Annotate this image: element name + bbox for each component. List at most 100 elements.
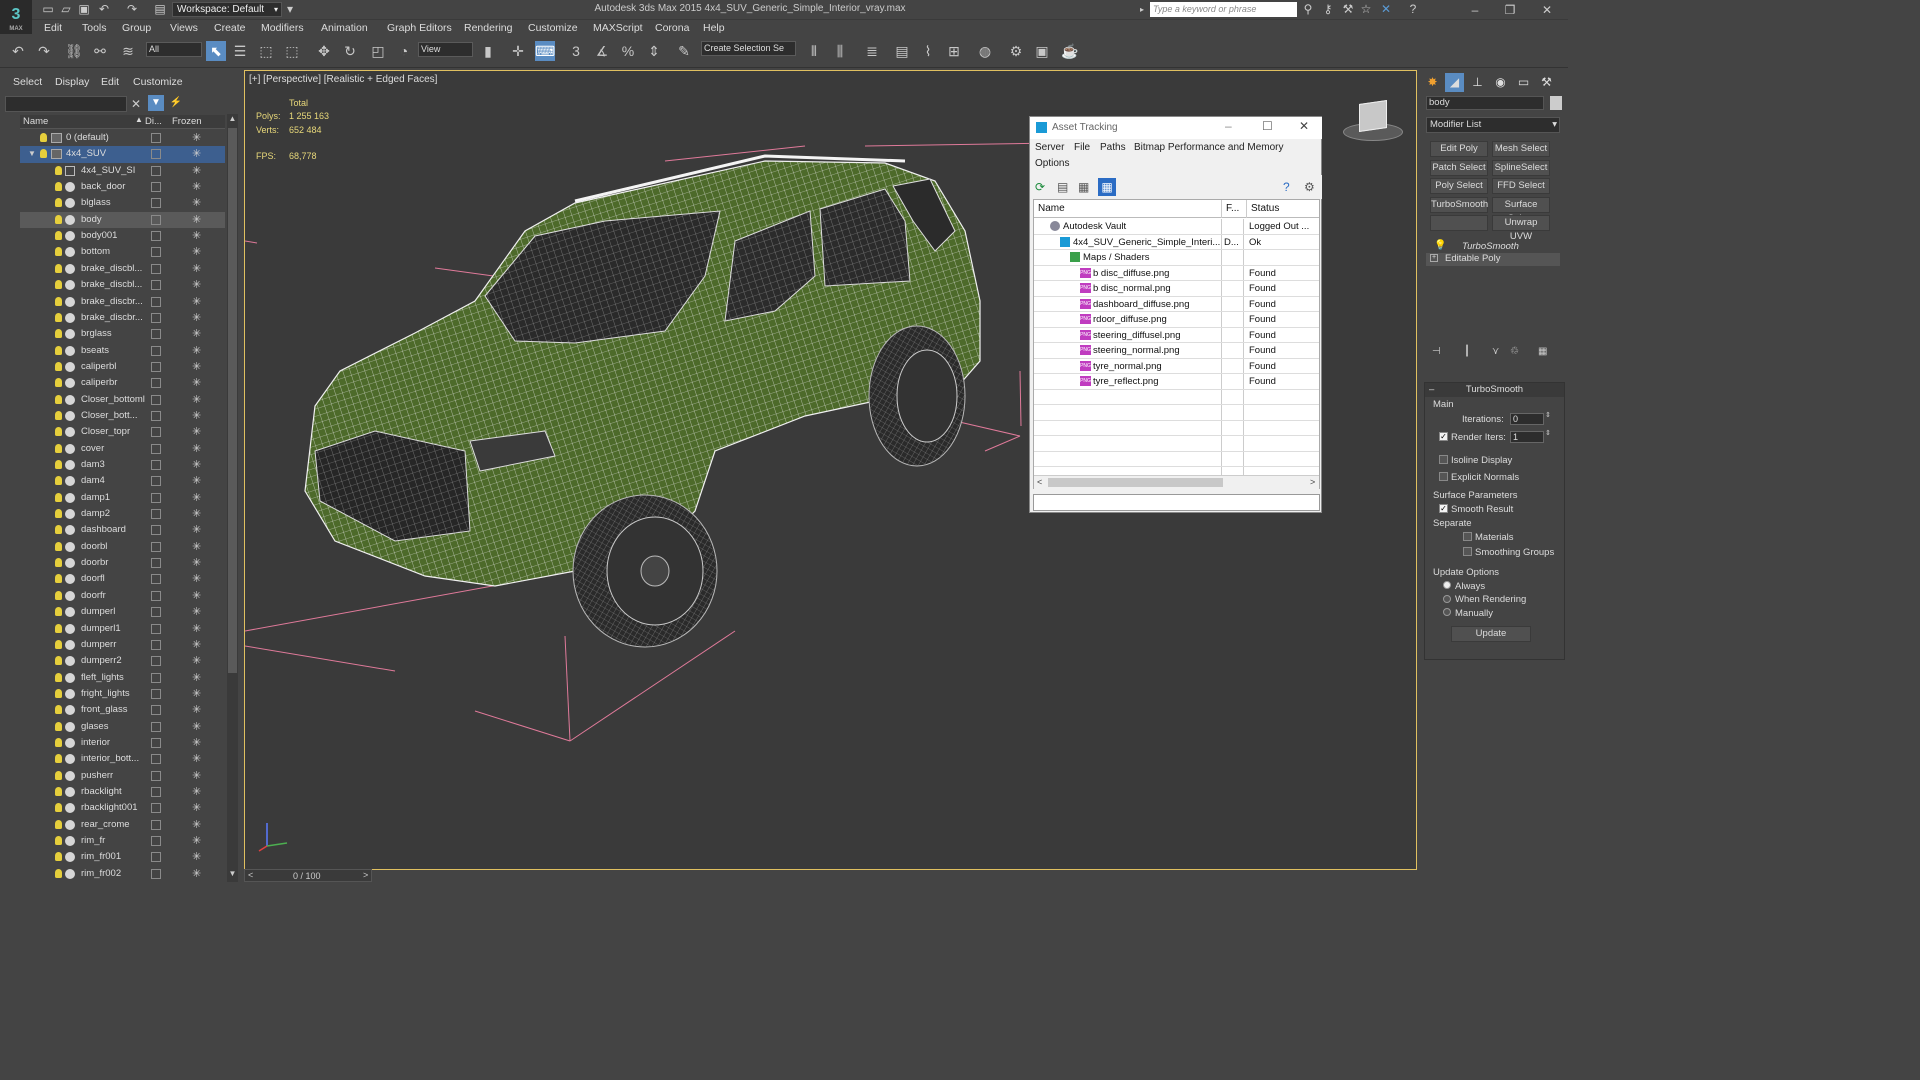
link-icon[interactable]: ⛓ <box>64 41 84 61</box>
curve-editor-icon[interactable]: ⌇ <box>918 41 938 61</box>
asset-column-name[interactable]: Name <box>1034 200 1222 218</box>
scene-row[interactable]: rim_fr001 ✳ <box>20 849 225 865</box>
frozen-snowflake-icon[interactable]: ✳ <box>192 539 201 555</box>
display-toggle-icon[interactable] <box>151 443 161 454</box>
named-selection-sets-dropdown[interactable]: Create Selection Se <box>701 41 796 56</box>
asset-title-bar[interactable]: Asset Tracking – ☐ ✕ <box>1030 117 1322 139</box>
scene-row[interactable]: dumperr2 ✳ <box>20 653 225 669</box>
scene-row[interactable]: back_door ✳ <box>20 179 225 195</box>
asset-row[interactable]: Maps / Shaders <box>1034 250 1319 266</box>
modifier-button-unwrap-uvw[interactable]: Unwrap UVW <box>1492 215 1550 242</box>
lightbulb-icon[interactable] <box>55 165 62 175</box>
scene-row[interactable]: dumperl1 ✳ <box>20 621 225 637</box>
rendered-frame-window-icon[interactable]: ▣ <box>1032 41 1052 61</box>
lightbulb-icon[interactable] <box>55 836 62 846</box>
scene-row[interactable]: body ✳ <box>20 211 225 229</box>
display-toggle-icon[interactable] <box>151 394 161 405</box>
help-icon[interactable]: ? <box>1405 2 1421 17</box>
frozen-snowflake-icon[interactable]: ✳ <box>192 343 201 359</box>
rotate-icon[interactable]: ↻ <box>340 41 360 61</box>
display-toggle-icon[interactable] <box>151 574 161 585</box>
update-button[interactable]: Update <box>1451 626 1531 642</box>
scene-row[interactable]: 0 (default) ✳ <box>20 130 225 146</box>
display-toggle-icon[interactable] <box>151 754 161 765</box>
column-frozen[interactable]: Frozen <box>172 116 202 127</box>
spinner-arrows-icon[interactable]: ⇕ <box>1545 411 1551 419</box>
frozen-snowflake-icon[interactable]: ✳ <box>192 441 201 457</box>
scroll-thumb[interactable] <box>228 128 237 673</box>
always-radio[interactable] <box>1443 581 1451 589</box>
frozen-snowflake-icon[interactable]: ✳ <box>192 359 201 375</box>
scene-row[interactable]: rbacklight001 ✳ <box>20 800 225 816</box>
frozen-snowflake-icon[interactable]: ✳ <box>192 261 201 277</box>
frozen-snowflake-icon[interactable]: ✳ <box>192 555 201 571</box>
lightbulb-icon[interactable] <box>55 231 62 241</box>
modifier-button-empty[interactable] <box>1430 215 1488 231</box>
display-toggle-icon[interactable] <box>151 361 161 372</box>
lightbulb-icon[interactable] <box>55 378 62 388</box>
lightbulb-icon[interactable] <box>55 443 62 453</box>
display-toggle-icon[interactable] <box>151 688 161 699</box>
frozen-snowflake-icon[interactable]: ✳ <box>192 653 201 669</box>
scene-search-input[interactable] <box>5 96 127 112</box>
scene-row[interactable]: brake_discbr... ✳ <box>20 310 225 326</box>
lightbulb-icon[interactable] <box>55 574 62 584</box>
lightbulb-icon[interactable] <box>55 672 62 682</box>
frozen-snowflake-icon[interactable]: ✳ <box>192 244 201 260</box>
asset-row[interactable]: 4x4_SUV_Generic_Simple_Interi... D... Ok <box>1034 234 1319 250</box>
display-toggle-icon[interactable] <box>151 607 161 618</box>
lightbulb-icon[interactable] <box>55 868 62 878</box>
layer-manager-icon[interactable]: ≣ <box>862 41 882 61</box>
material-editor-icon[interactable]: ◍ <box>975 41 995 61</box>
customize-quick-access-icon[interactable]: ▾ <box>282 2 298 17</box>
display-toggle-icon[interactable] <box>151 263 161 274</box>
stack-item-turbosmooth[interactable]: 💡 TurboSmooth <box>1426 240 1560 254</box>
display-toggle-icon[interactable] <box>151 378 161 389</box>
frozen-snowflake-icon[interactable]: ✳ <box>192 751 201 767</box>
scene-row[interactable]: caliperbl ✳ <box>20 359 225 375</box>
modifier-button-poly-select[interactable]: Poly Select <box>1430 178 1488 194</box>
scene-row[interactable]: glases ✳ <box>20 719 225 735</box>
object-color-swatch[interactable] <box>1550 96 1562 110</box>
time-slider[interactable]: < 0 / 100 > <box>244 869 372 882</box>
lightbulb-icon[interactable] <box>55 329 62 339</box>
close-window-button[interactable]: ✕ <box>1532 1 1562 19</box>
lightbulb-icon[interactable] <box>55 754 62 764</box>
lightbulb-icon[interactable] <box>55 410 62 420</box>
expand-icon[interactable]: + <box>1430 254 1438 262</box>
move-icon[interactable]: ✥ <box>314 41 334 61</box>
frozen-snowflake-icon[interactable]: ✳ <box>192 800 201 816</box>
frozen-snowflake-icon[interactable]: ✳ <box>192 277 201 293</box>
scene-row[interactable]: cover ✳ <box>20 441 225 457</box>
unlink-icon[interactable]: ⚯ <box>90 41 110 61</box>
menu-corona[interactable]: Corona <box>655 21 689 35</box>
lightbulb-icon[interactable] <box>55 247 62 257</box>
edit-named-selection-icon[interactable]: ✎ <box>674 41 694 61</box>
asset-menu-bitmap-performance[interactable]: Bitmap Performance and Memory <box>1134 142 1284 153</box>
display-toggle-icon[interactable] <box>151 836 161 847</box>
modifier-button-ffd-select[interactable]: FFD Select <box>1492 178 1550 194</box>
utilities-tab-icon[interactable]: ⚒ <box>1537 73 1556 92</box>
scene-row[interactable]: Closer_bottoml ✳ <box>20 392 225 408</box>
manually-radio[interactable] <box>1443 608 1451 616</box>
menu-tools[interactable]: Tools <box>82 21 107 35</box>
asset-path-field[interactable] <box>1033 494 1320 511</box>
render-setup-icon[interactable]: ⚙ <box>1006 41 1026 61</box>
frozen-snowflake-icon[interactable]: ✳ <box>192 212 201 228</box>
display-toggle-icon[interactable] <box>151 460 161 470</box>
scene-row[interactable]: rim_fr ✳ <box>20 833 225 849</box>
menu-rendering[interactable]: Rendering <box>464 21 512 35</box>
lightbulb-icon[interactable] <box>55 345 62 355</box>
display-toggle-icon[interactable] <box>151 672 161 683</box>
frozen-snowflake-icon[interactable]: ✳ <box>192 457 201 473</box>
display-toggle-icon[interactable] <box>151 705 161 716</box>
lightbulb-icon[interactable] <box>55 476 62 486</box>
scene-row[interactable]: front_glass ✳ <box>20 702 225 718</box>
minimize-icon[interactable]: – <box>1225 119 1232 133</box>
close-icon[interactable]: ✕ <box>1299 119 1309 133</box>
lightbulb-icon[interactable] <box>55 623 62 633</box>
scene-row[interactable]: dam4 ✳ <box>20 473 225 489</box>
display-toggle-icon[interactable] <box>151 182 161 193</box>
percent-snap-icon[interactable]: % <box>618 41 638 61</box>
refresh-icon[interactable]: ⟳ <box>1035 180 1049 194</box>
